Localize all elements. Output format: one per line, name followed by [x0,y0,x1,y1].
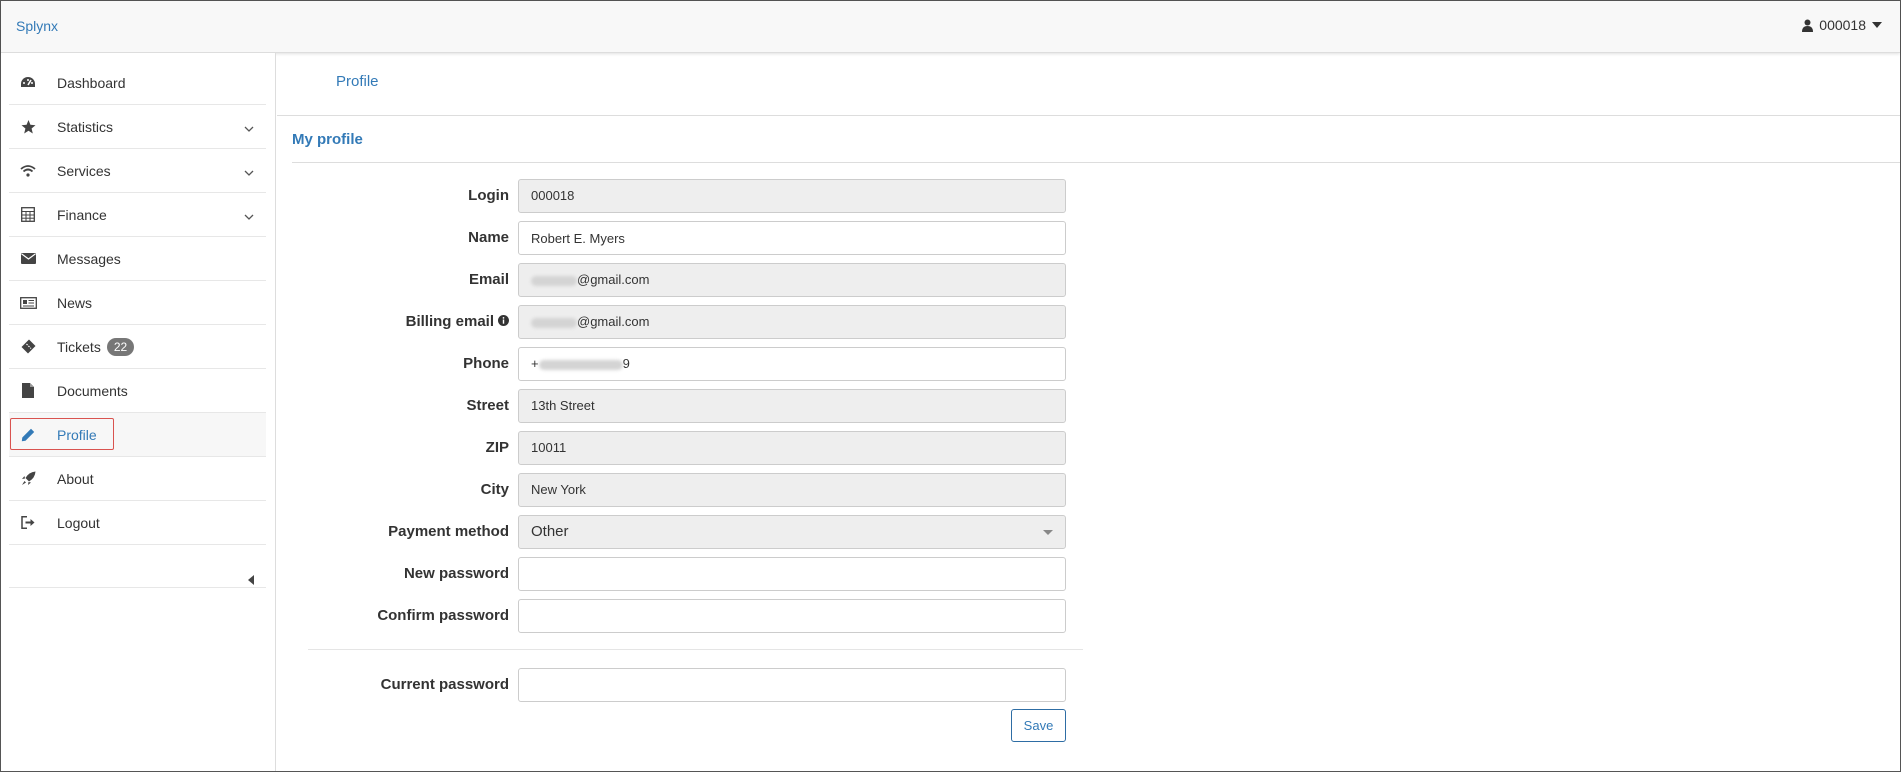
save-button[interactable]: Save [1011,709,1066,742]
redacted-text [531,275,577,286]
payment-method-label: Payment method [388,523,509,540]
dashboard-icon [19,74,37,92]
highlight-box [10,418,114,450]
street-field[interactable]: 13th Street [518,389,1066,423]
user-icon [1802,19,1814,32]
form-row-billing-email: Billing email @gmail.com [292,305,1066,339]
payment-method-select[interactable]: Other [518,515,1066,549]
sidebar-collapse-row [9,566,266,588]
sidebar-item-label: Services [57,162,111,179]
sidebar: Dashboard Statistics Services Finance Me… [1,53,276,771]
sidebar-item-label: Dashboard [57,74,126,91]
ticket-icon [19,338,37,356]
zip-field[interactable]: 10011 [518,431,1066,465]
sidebar-item-label: Statistics [57,118,114,135]
info-icon[interactable] [498,313,509,330]
user-menu-label: 000018 [1819,17,1866,33]
tickets-count-badge: 22 [106,337,135,356]
name-label: Name [468,229,509,246]
sidebar-item-services[interactable]: Services [9,149,266,193]
confirm-password-label: Confirm password [377,607,509,624]
confirm-password-field[interactable] [518,599,1066,633]
form-row-login: Login 000018 [292,179,1066,213]
login-label: Login [468,187,509,204]
new-password-field[interactable] [518,557,1066,591]
form-row-email: Email @gmail.com [292,263,1066,297]
redacted-text [531,317,577,328]
wifi-icon [19,162,37,180]
tab-profile[interactable]: Profile [336,73,379,90]
caret-down-icon [1872,22,1882,28]
chevron-down-icon [244,164,254,182]
redacted-text [538,359,623,370]
zip-label: ZIP [485,439,509,456]
phone-label: Phone [463,355,509,372]
sidebar-item-label: Messages [57,250,121,267]
sidebar-item-label: Finance [57,206,107,223]
sidebar-item-label: About [57,470,94,487]
street-label: Street [466,397,509,414]
brand-link[interactable]: Splynx [16,18,58,34]
sidebar-item-profile[interactable]: Profile [9,413,266,457]
billing-email-field[interactable]: @gmail.com [518,305,1066,339]
panel-divider [292,162,1900,163]
sidebar-item-logout[interactable]: Logout [9,501,266,545]
sidebar-item-documents[interactable]: Documents [9,369,266,413]
newspaper-icon [19,294,37,312]
sign-out-icon [19,514,37,532]
login-field[interactable]: 000018 [518,179,1066,213]
form-row-street: Street 13th Street [292,389,1066,423]
dropdown-arrow-icon [1043,530,1053,535]
sidebar-item-label: Documents [57,382,128,399]
sidebar-item-label: Tickets [57,338,101,355]
form-row-current-password: Current password [292,668,1066,702]
form-divider [308,649,1083,650]
tab-bar: Profile [277,53,1900,116]
collapse-sidebar-icon[interactable] [248,572,254,590]
email-field[interactable]: @gmail.com [518,263,1066,297]
user-menu[interactable]: 000018 [1802,17,1882,33]
new-password-label: New password [403,565,509,582]
star-icon [19,118,37,136]
phone-field[interactable]: +9 [518,347,1066,381]
form-row-city: City New York [292,473,1066,507]
sidebar-item-finance[interactable]: Finance [9,193,266,237]
file-icon [19,382,37,400]
form-row-phone: Phone +9 [292,347,1066,381]
rocket-icon [19,470,37,488]
sidebar-item-news[interactable]: News [9,281,266,325]
current-password-label: Current password [380,676,509,693]
sidebar-item-label: News [57,294,93,311]
chevron-down-icon [244,208,254,226]
form-row-zip: ZIP 10011 [292,431,1066,465]
sidebar-item-statistics[interactable]: Statistics [9,105,266,149]
chevron-down-icon [244,120,254,138]
form-row-new-password: New password [292,557,1066,591]
panel-title: My profile [292,131,363,148]
form-row-confirm-password: Confirm password [292,599,1066,633]
sidebar-item-dashboard[interactable]: Dashboard [9,61,266,105]
sidebar-item-label: Logout [57,514,100,531]
sidebar-item-tickets[interactable]: Tickets 22 [9,325,266,369]
email-label: Email [468,271,509,288]
current-password-field[interactable] [518,668,1066,702]
sidebar-item-about[interactable]: About [9,457,266,501]
calculator-icon [19,206,37,224]
form-row-payment-method: Payment method Other [292,515,1066,549]
form-row-name: Name [292,221,1066,255]
city-field[interactable]: New York [518,473,1066,507]
billing-email-label: Billing email [406,313,509,330]
panel-heading: My profile [277,116,1900,163]
top-navbar: Splynx 000018 [1,1,1900,53]
city-label: City [480,481,509,498]
name-field[interactable] [518,221,1066,255]
sidebar-item-messages[interactable]: Messages [9,237,266,281]
envelope-icon [19,250,37,268]
